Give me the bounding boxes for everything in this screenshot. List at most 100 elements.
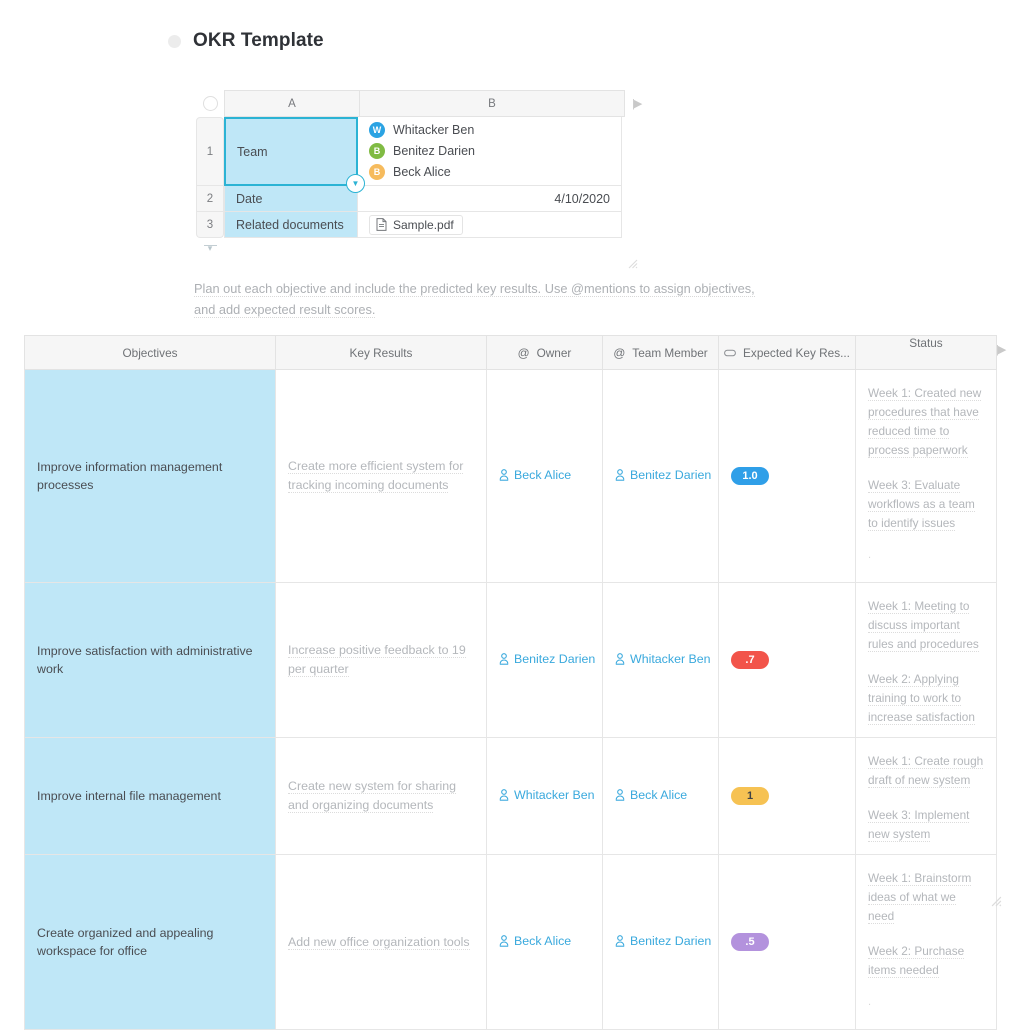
- column-header-team-member[interactable]: @ Team Member: [602, 335, 719, 370]
- row-number-2[interactable]: 2: [196, 186, 224, 212]
- sheet-cell-b2-date-value[interactable]: 4/10/2020: [358, 186, 622, 212]
- cell-objective[interactable]: Create organized and appealing workspace…: [24, 854, 276, 1030]
- status-paragraph: Week 1: Brainstorm ideas of what we need: [868, 871, 972, 924]
- cell-team-member[interactable]: Benitez Darien: [602, 369, 719, 583]
- cell-status[interactable]: Week 1: Meeting to discuss important rul…: [855, 582, 997, 738]
- cell-status[interactable]: Week 1: Brainstorm ideas of what we need…: [855, 854, 997, 1030]
- owner-name: Beck Alice: [514, 468, 572, 482]
- status-paragraph: Week 3: Implement new system: [868, 808, 970, 842]
- cell-objective[interactable]: Improve information management processes: [24, 369, 276, 583]
- sheet-row-2: Date 4/10/2020: [224, 186, 636, 212]
- owner-link[interactable]: Whitacker Ben: [499, 788, 595, 802]
- cell-expected-score[interactable]: .7: [718, 582, 856, 738]
- status-paragraph: Week 2: Applying training to work to inc…: [868, 672, 975, 725]
- sheet-cell-a1-team[interactable]: Team ▼: [224, 117, 365, 193]
- circle-bullet-icon: [168, 34, 181, 48]
- team-member-link[interactable]: Benitez Darien: [615, 934, 711, 948]
- sheet-cell-a3-docs-label[interactable]: Related documents: [224, 212, 358, 238]
- expand-columns-icon[interactable]: |▶: [996, 343, 1006, 356]
- row-drag-handle-icon[interactable]: ▾: [196, 238, 224, 255]
- cell-expected-score[interactable]: .5: [718, 854, 856, 1030]
- column-header-key-results[interactable]: Key Results: [275, 335, 487, 370]
- owner-link[interactable]: Benitez Darien: [499, 652, 595, 666]
- owner-link[interactable]: Beck Alice: [499, 934, 571, 948]
- person-icon: [615, 469, 625, 481]
- sheet-select-all-corner[interactable]: [196, 90, 224, 117]
- cell-team-member[interactable]: Beck Alice: [602, 737, 719, 855]
- key-result-text: Create more efficient system for trackin…: [288, 459, 464, 493]
- avatar: B: [369, 143, 385, 159]
- column-header-status[interactable]: Status: [855, 335, 997, 370]
- person-icon: [499, 653, 509, 665]
- status-tail: .: [868, 996, 872, 1008]
- member-row[interactable]: B Benitez Darien: [369, 141, 475, 162]
- cell-owner[interactable]: Whitacker Ben: [486, 737, 603, 855]
- cell-team-member[interactable]: Whitacker Ben: [602, 582, 719, 738]
- column-header-owner[interactable]: @ Owner: [486, 335, 603, 370]
- key-result-text: Create new system for sharing and organi…: [288, 779, 457, 813]
- team-member-name: Benitez Darien: [630, 934, 712, 948]
- cell-objective[interactable]: Improve internal file management: [24, 737, 276, 855]
- column-header-a[interactable]: A: [224, 90, 360, 117]
- team-member-link[interactable]: Beck Alice: [615, 788, 687, 802]
- team-member-link[interactable]: Benitez Darien: [615, 468, 711, 482]
- cell-owner[interactable]: Beck Alice: [486, 369, 603, 583]
- cell-team-member[interactable]: Benitez Darien: [602, 854, 719, 1030]
- page-title: OKR Template: [193, 30, 324, 51]
- label-pill-icon: [724, 349, 736, 356]
- member-row[interactable]: B Beck Alice: [369, 162, 475, 183]
- member-name: Whitacker Ben: [393, 123, 475, 137]
- cell-key-result[interactable]: Increase positive feedback to 19 per qua…: [275, 582, 487, 738]
- member-list: W Whitacker Ben B Benitez Darien B Beck …: [369, 117, 475, 186]
- cell-status[interactable]: Week 1: Create rough draft of new system…: [855, 737, 997, 855]
- cell-owner[interactable]: Beck Alice: [486, 854, 603, 1030]
- page-title-row: OKR Template: [168, 30, 324, 52]
- table-description: Plan out each objective and include the …: [194, 278, 794, 320]
- select-all-circle-icon: [202, 96, 218, 111]
- cell-objective[interactable]: Improve satisfaction with administrative…: [24, 582, 276, 738]
- file-chip[interactable]: Sample.pdf: [369, 214, 463, 235]
- cell-owner[interactable]: Benitez Darien: [486, 582, 603, 738]
- sheet-row-1: Team ▼ W Whitacker Ben B Benitez Darien: [224, 117, 636, 193]
- status-badge: .5: [731, 933, 769, 951]
- sheet-row-3: Related documents Sample.pdf: [224, 212, 636, 238]
- column-header-objectives[interactable]: Objectives: [24, 335, 276, 370]
- expand-columns-icon[interactable]: |▶: [632, 90, 646, 117]
- cell-key-result[interactable]: Create more efficient system for trackin…: [275, 369, 487, 583]
- owner-link[interactable]: Beck Alice: [499, 468, 571, 482]
- cell-expected-score[interactable]: 1.0: [718, 369, 856, 583]
- table-row: Improve internal file management Create …: [24, 737, 997, 855]
- okr-header-row: Objectives Key Results @ Owner @ Team Me…: [24, 335, 997, 370]
- status-badge: 1.0: [731, 467, 769, 485]
- cell-key-result[interactable]: Add new office organization tools: [275, 854, 487, 1030]
- cell-expected-score[interactable]: 1: [718, 737, 856, 855]
- sheet-cell-b1-members[interactable]: W Whitacker Ben B Benitez Darien B Beck …: [358, 117, 622, 186]
- row-number-1[interactable]: 1: [196, 117, 224, 186]
- member-name: Benitez Darien: [393, 144, 475, 158]
- cell-status[interactable]: Week 1: Created new procedures that have…: [855, 369, 997, 583]
- column-header-status-label: Status: [909, 336, 943, 350]
- status-paragraph: Week 2: Purchase items needed: [868, 944, 965, 978]
- owner-name: Whitacker Ben: [514, 788, 595, 802]
- team-member-link[interactable]: Whitacker Ben: [615, 652, 711, 666]
- status-tail: .: [868, 549, 872, 561]
- resize-grip-icon[interactable]: [991, 896, 1002, 907]
- person-icon: [615, 789, 625, 801]
- team-member-name: Benitez Darien: [630, 468, 712, 482]
- member-row[interactable]: W Whitacker Ben: [369, 120, 475, 141]
- column-header-b[interactable]: B: [360, 90, 625, 117]
- sheet-cell-a2-date-label[interactable]: Date: [224, 186, 358, 212]
- row-number-3[interactable]: 3: [196, 212, 224, 238]
- cell-key-result[interactable]: Create new system for sharing and organi…: [275, 737, 487, 855]
- status-paragraph: Week 1: Created new procedures that have…: [868, 386, 982, 458]
- sheet-cell-b3-docs-value[interactable]: Sample.pdf: [358, 212, 622, 238]
- column-header-expected-key-result[interactable]: Expected Key Res...: [718, 335, 856, 370]
- document-icon: [376, 218, 387, 231]
- team-member-name: Beck Alice: [630, 788, 688, 802]
- cell-dropdown-icon[interactable]: ▼: [346, 174, 365, 193]
- status-paragraph: Week 1: Meeting to discuss important rul…: [868, 599, 979, 652]
- status-paragraph: Week 3: Evaluate workflows as a team to …: [868, 478, 975, 531]
- description-line-2: and add expected result scores.: [194, 302, 376, 318]
- resize-grip-icon[interactable]: [628, 259, 638, 269]
- person-icon: [499, 469, 509, 481]
